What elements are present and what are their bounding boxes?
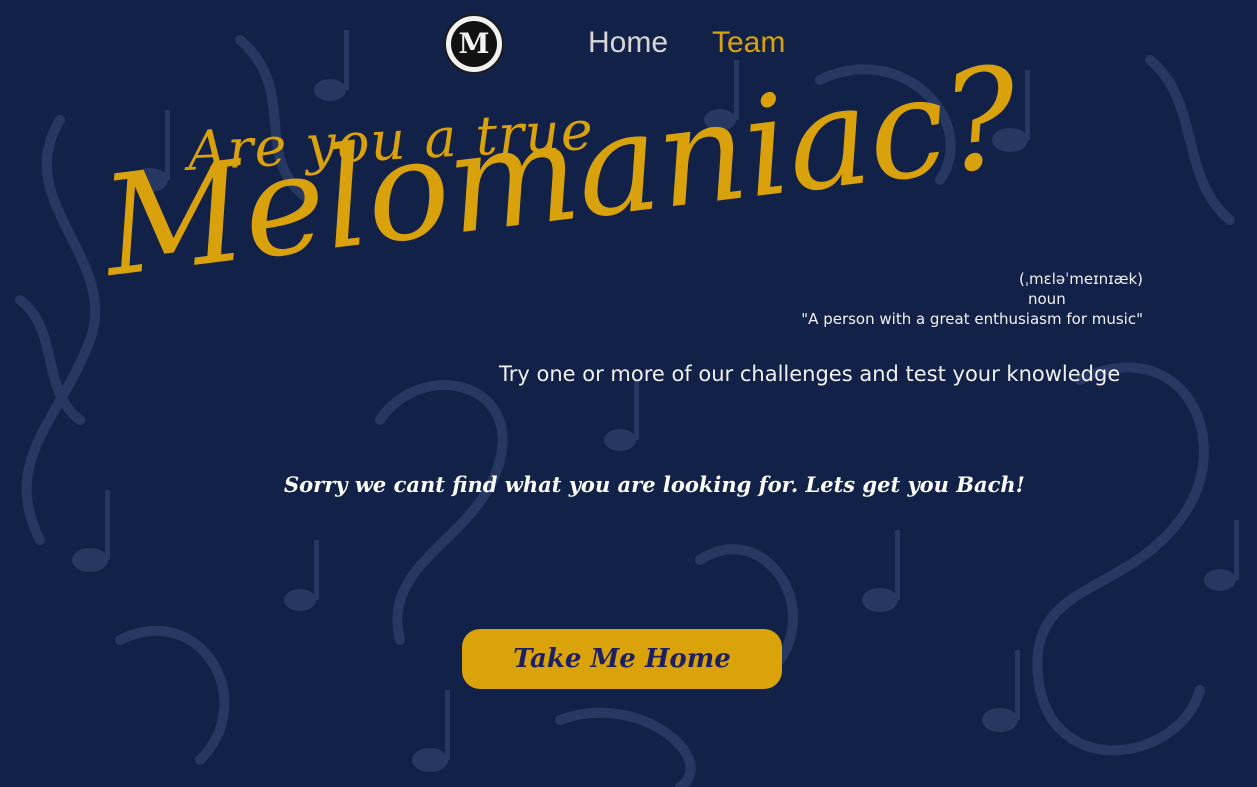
logo-letter: M — [451, 21, 497, 67]
melomaniac-logo[interactable]: M — [444, 14, 504, 74]
nav-link-home[interactable]: Home — [588, 26, 668, 60]
not-found-message: Sorry we cant find what you are looking … — [284, 472, 1025, 497]
definition-text: "A person with a great enthusiasm for mu… — [801, 310, 1143, 328]
part-of-speech: noun — [1028, 290, 1066, 308]
nav-link-team[interactable]: Team — [712, 26, 785, 60]
hero-subtitle: Try one or more of our challenges and te… — [499, 362, 1121, 386]
top-nav: M Home Team — [0, 0, 1257, 90]
phonetic-spelling: (ˌmɛləˈmeɪnɪæk) — [1019, 270, 1143, 288]
take-me-home-button[interactable]: Take Me Home — [462, 629, 782, 689]
